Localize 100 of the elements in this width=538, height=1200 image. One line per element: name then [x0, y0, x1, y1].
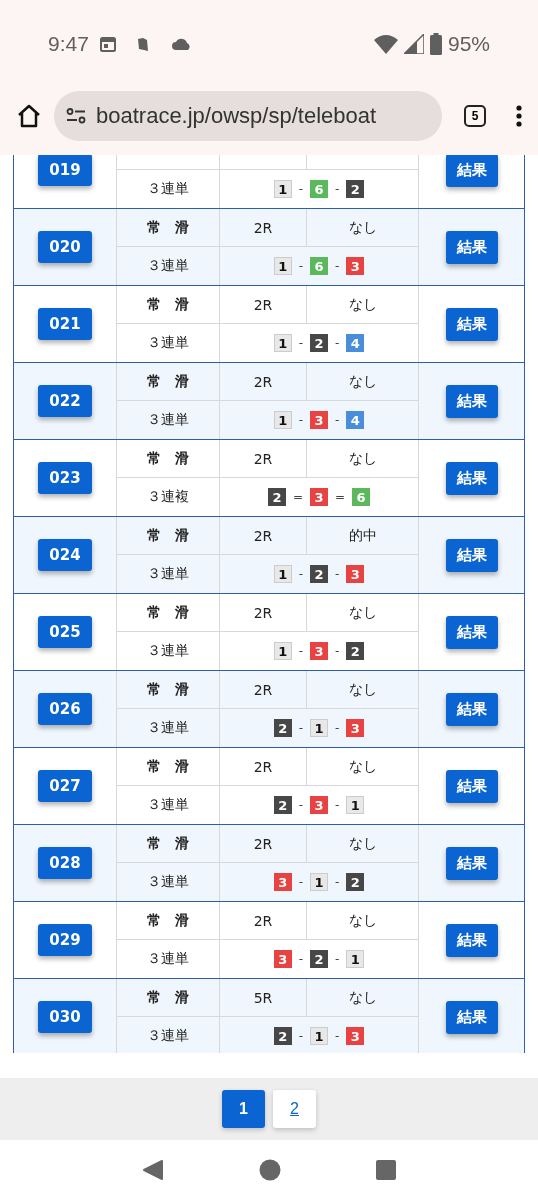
- boat-number: 2: [310, 565, 328, 583]
- boat-number: 3: [273, 950, 292, 968]
- hit-status: なし: [348, 911, 377, 930]
- battery-icon: [429, 33, 442, 55]
- race-number: 2R: [253, 527, 273, 544]
- recents-icon[interactable]: [375, 1160, 396, 1180]
- home-icon[interactable]: [16, 102, 42, 129]
- ticket-number-button[interactable]: 023: [38, 462, 92, 494]
- separator-mark: -: [298, 182, 303, 196]
- boat-number: 4: [346, 334, 365, 352]
- race-number: 2R: [253, 835, 273, 852]
- venue-name: 常 滑: [147, 603, 189, 622]
- result-button[interactable]: 結果: [445, 384, 498, 418]
- bet-type: ３連単: [147, 950, 189, 968]
- address-bar[interactable]: boatrace.jp/owsp/sp/teleboat: [54, 90, 442, 141]
- cloud-icon: [170, 36, 193, 52]
- separator-mark: -: [335, 798, 340, 812]
- hit-status: なし: [348, 372, 377, 391]
- boat-number: 3: [310, 411, 328, 429]
- ticket-number-button[interactable]: 030: [38, 1001, 92, 1033]
- ticket-number-button[interactable]: 029: [38, 924, 92, 956]
- boat-number: 1: [273, 642, 292, 660]
- result-button[interactable]: 結果: [445, 769, 498, 803]
- ticket-number-button[interactable]: 026: [38, 693, 92, 725]
- bet-type: ３連単: [147, 719, 189, 737]
- separator-mark: -: [335, 413, 340, 427]
- result-button[interactable]: 結果: [445, 692, 498, 726]
- signal-icon: [403, 34, 424, 54]
- boat-number: 1: [310, 873, 328, 891]
- boat-number: 2: [346, 180, 365, 198]
- ticket-number-button[interactable]: 024: [38, 539, 92, 571]
- result-button[interactable]: 結果: [445, 230, 498, 264]
- site-settings-icon[interactable]: [66, 107, 86, 124]
- separator-mark: -: [335, 182, 340, 196]
- page-button[interactable]: 2: [273, 1090, 316, 1128]
- back-icon[interactable]: [142, 1159, 165, 1181]
- boat-number: 6: [352, 488, 371, 506]
- venue-name: 常 滑: [147, 834, 189, 853]
- hit-status: なし: [348, 295, 377, 314]
- separator-mark: -: [335, 952, 340, 966]
- boat-number: 2: [310, 950, 328, 968]
- hit-status: なし: [348, 757, 377, 776]
- boat-number: 1: [273, 334, 292, 352]
- boat-number: 2: [346, 873, 365, 891]
- boat-number: 3: [346, 719, 365, 737]
- result-button[interactable]: 結果: [445, 1000, 498, 1034]
- hit-status: なし: [348, 603, 377, 622]
- tab-count-button[interactable]: 5: [464, 104, 486, 127]
- bet-type: ３連単: [147, 873, 189, 891]
- separator-mark: -: [298, 336, 303, 350]
- hit-status: 的中: [348, 526, 377, 545]
- result-button[interactable]: 結果: [445, 923, 498, 957]
- venue-name: 常 滑: [147, 911, 189, 930]
- page-button[interactable]: 1: [222, 1090, 265, 1128]
- ticket-number-button[interactable]: 027: [38, 770, 92, 802]
- boat-number: 2: [346, 642, 365, 660]
- hit-status: なし: [348, 834, 377, 853]
- ticket-number-button[interactable]: 019: [38, 155, 92, 186]
- separator-mark: -: [298, 952, 303, 966]
- venue-name: 常 滑: [147, 449, 189, 468]
- ticket-number-button[interactable]: 028: [38, 847, 92, 879]
- ticket-number-button[interactable]: 022: [38, 385, 92, 417]
- boat-number: 1: [273, 257, 292, 275]
- result-button[interactable]: 結果: [445, 307, 498, 341]
- race-number: 2R: [253, 758, 273, 775]
- result-button[interactable]: 結果: [445, 461, 498, 495]
- separator-mark: -: [298, 875, 303, 889]
- result-button[interactable]: 結果: [445, 538, 498, 572]
- separator-mark: =: [292, 490, 303, 504]
- hit-status: なし: [348, 449, 377, 468]
- ticket-number-button[interactable]: 020: [38, 231, 92, 263]
- boat-number: 2: [273, 1027, 292, 1045]
- boat-number: 3: [346, 1027, 365, 1045]
- boat-number: 3: [310, 796, 328, 814]
- result-button[interactable]: 結果: [445, 846, 498, 880]
- venue-name: 常 滑: [147, 526, 189, 545]
- boat-number: 2: [273, 719, 292, 737]
- venue-name: 常 滑: [147, 218, 189, 237]
- venue-name: 常 滑: [147, 680, 189, 699]
- result-button[interactable]: 結果: [445, 155, 498, 187]
- result-button[interactable]: 結果: [445, 615, 498, 649]
- separator-mark: -: [298, 721, 303, 735]
- ticket-number-button[interactable]: 021: [38, 308, 92, 340]
- race-number: 5R: [253, 989, 273, 1006]
- menu-icon[interactable]: [516, 104, 522, 127]
- bet-type: ３連単: [147, 565, 189, 583]
- venue-name: 常 滑: [147, 757, 189, 776]
- bet-type: ３連単: [147, 180, 189, 198]
- boat-number: 1: [273, 411, 292, 429]
- bet-type: ３連単: [147, 1027, 189, 1045]
- boat-number: 2: [273, 796, 292, 814]
- boat-number: 1: [310, 1027, 328, 1045]
- race-number: 2R: [253, 912, 273, 929]
- bet-type: ３連単: [147, 257, 189, 275]
- ticket-number-button[interactable]: 025: [38, 616, 92, 648]
- venue-name: 常 滑: [147, 295, 189, 314]
- bet-type: ３連複: [147, 488, 189, 506]
- separator-mark: -: [298, 413, 303, 427]
- hit-status: なし: [348, 680, 377, 699]
- separator-mark: -: [298, 798, 303, 812]
